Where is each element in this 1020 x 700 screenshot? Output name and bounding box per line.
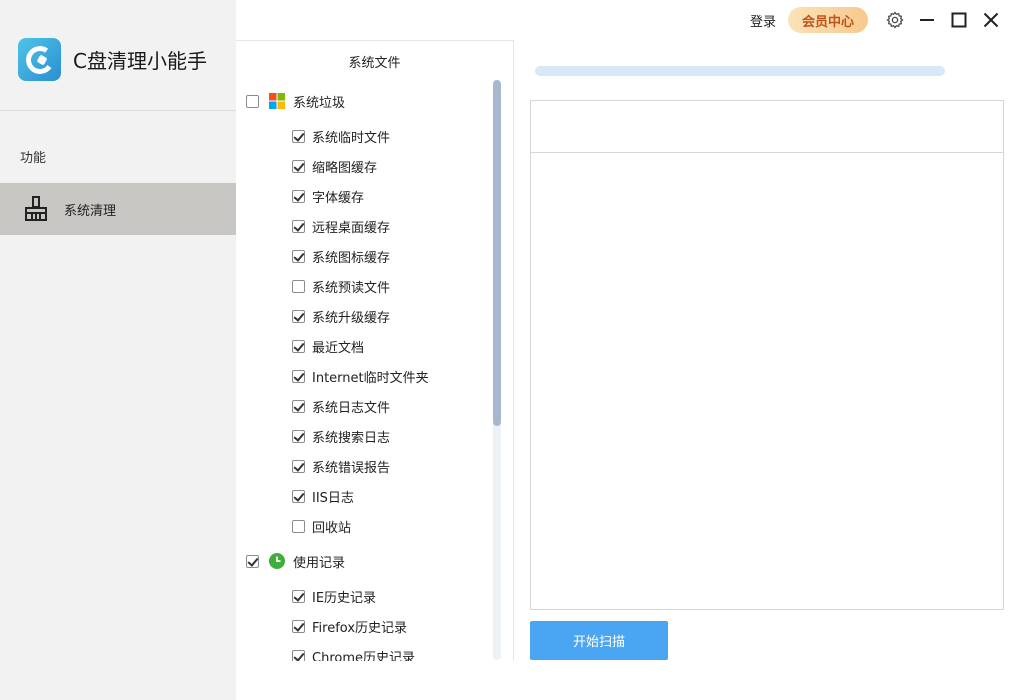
checkbox[interactable] [292, 619, 305, 633]
checkbox[interactable] [292, 589, 305, 603]
tree-item-label: 系统预读文件 [312, 280, 391, 296]
maximize-button[interactable] [944, 5, 974, 35]
scan-progress-bar [535, 66, 945, 76]
tree-item-label: 系统图标缓存 [312, 250, 391, 266]
tree-item-label: Firefox历史记录 [312, 620, 408, 636]
tree-group[interactable]: 系统垃圾 [246, 91, 345, 111]
checkbox[interactable] [292, 279, 305, 293]
tree-group[interactable]: 使用记录 [246, 551, 345, 571]
tree-group-label: 系统垃圾 [293, 95, 346, 111]
checkbox[interactable] [292, 649, 305, 661]
sidebar: C盘清理小能手 功能 系统清理 [0, 0, 236, 700]
maximize-icon [951, 12, 967, 28]
tree-list[interactable]: 系统垃圾系统临时文件 缩略图缓存字体缓存远程桌面缓存 系统图标缓存 系统预读文件 系统升… [236, 81, 492, 661]
app-title: C盘清理小能手 [73, 49, 207, 73]
tree-item[interactable]: 回收站 [292, 516, 351, 536]
minimize-icon [920, 19, 934, 21]
tree-item-label: 系统升级缓存 [312, 310, 391, 326]
tree-item-label: 系统临时文件 [312, 130, 391, 146]
file-tree-panel: 系统文件 系统垃圾系统临时文件 缩略图缓存字体缓存远程桌面缓存 系统图标缓存 系统预读… [236, 40, 514, 661]
vip-center-button[interactable]: 会员中心 [788, 7, 868, 33]
tree-scrollbar[interactable] [493, 80, 501, 660]
tree-item[interactable]: 系统日志文件 [292, 396, 390, 416]
windows-logo-icon [269, 93, 285, 109]
checkbox[interactable] [292, 519, 305, 533]
checkbox[interactable] [292, 309, 305, 323]
tree-item[interactable]: 字体缓存 [292, 186, 364, 206]
tree-item-label: 系统搜索日志 [312, 430, 391, 446]
broom-icon [25, 196, 47, 221]
tree-item-label: 缩略图缓存 [312, 160, 378, 176]
close-icon [983, 12, 999, 28]
tree-item[interactable]: 系统错误报告 [292, 456, 390, 476]
tree-item[interactable]: 系统搜索日志 [292, 426, 390, 446]
tree-item[interactable]: 系统预读文件 [292, 276, 390, 296]
tree-scrollbar-thumb[interactable] [493, 80, 501, 426]
clock-icon [269, 553, 285, 569]
tree-item-label: 远程桌面缓存 [312, 220, 391, 236]
tree-item[interactable]: Internet临时文件夹 [292, 366, 429, 386]
sidebar-item-system-clean[interactable]: 系统清理 [0, 183, 236, 235]
sidebar-section-label: 功能 [20, 151, 47, 166]
checkbox[interactable] [246, 94, 259, 108]
tree-item[interactable]: IE历史记录 [292, 586, 376, 606]
checkbox[interactable] [292, 489, 305, 503]
tree-item-label: 系统日志文件 [312, 400, 391, 416]
tree-item-label: IIS日志 [312, 490, 354, 506]
tree-item[interactable]: 缩略图缓存 [292, 156, 377, 176]
start-scan-button[interactable]: 开始扫描 [530, 621, 668, 660]
app-logo-icon [18, 38, 61, 81]
scan-result-header [531, 101, 1003, 153]
tree-item-label: 字体缓存 [312, 190, 365, 206]
login-link[interactable]: 登录 [750, 11, 776, 30]
checkbox[interactable] [292, 339, 305, 353]
tree-item[interactable]: Chrome历史记录 [292, 646, 415, 661]
tree-item-label: Internet临时文件夹 [312, 370, 429, 386]
tree-item[interactable]: 系统升级缓存 [292, 306, 390, 326]
checkbox[interactable] [292, 399, 305, 413]
minimize-button[interactable] [912, 5, 942, 35]
brand: C盘清理小能手 [18, 38, 207, 81]
checkbox[interactable] [292, 369, 305, 383]
tree-item[interactable]: 远程桌面缓存 [292, 216, 390, 236]
checkbox[interactable] [292, 159, 305, 173]
close-button[interactable] [976, 5, 1006, 35]
checkbox[interactable] [292, 459, 305, 473]
settings-button[interactable] [880, 5, 910, 35]
tree-item[interactable]: 最近文档 [292, 336, 364, 356]
gear-icon [886, 11, 904, 29]
tree-item-label: 系统错误报告 [312, 460, 391, 476]
tree-item[interactable]: 系统图标缓存 [292, 246, 390, 266]
checkbox[interactable] [292, 249, 305, 263]
titlebar-actions: 登录 会员中心 [750, 0, 1020, 40]
checkbox[interactable] [292, 129, 305, 143]
tree-item-label: Chrome历史记录 [312, 650, 415, 662]
checkbox[interactable] [292, 219, 305, 233]
checkbox[interactable] [292, 429, 305, 443]
sidebar-divider [0, 110, 236, 111]
tree-item[interactable]: 系统临时文件 [292, 126, 390, 146]
sidebar-item-label: 系统清理 [64, 203, 117, 219]
tree-item-label: 回收站 [312, 520, 352, 536]
tree-header: 系统文件 [348, 55, 401, 71]
checkbox[interactable] [292, 189, 305, 203]
tree-item-label: IE历史记录 [312, 590, 377, 606]
tree-item-label: 最近文档 [312, 340, 365, 356]
tree-item[interactable]: IIS日志 [292, 486, 354, 506]
checkbox[interactable] [246, 554, 259, 568]
tree-item[interactable]: Firefox历史记录 [292, 616, 407, 636]
tree-group-label: 使用记录 [293, 555, 346, 571]
scan-result-box [530, 100, 1004, 610]
